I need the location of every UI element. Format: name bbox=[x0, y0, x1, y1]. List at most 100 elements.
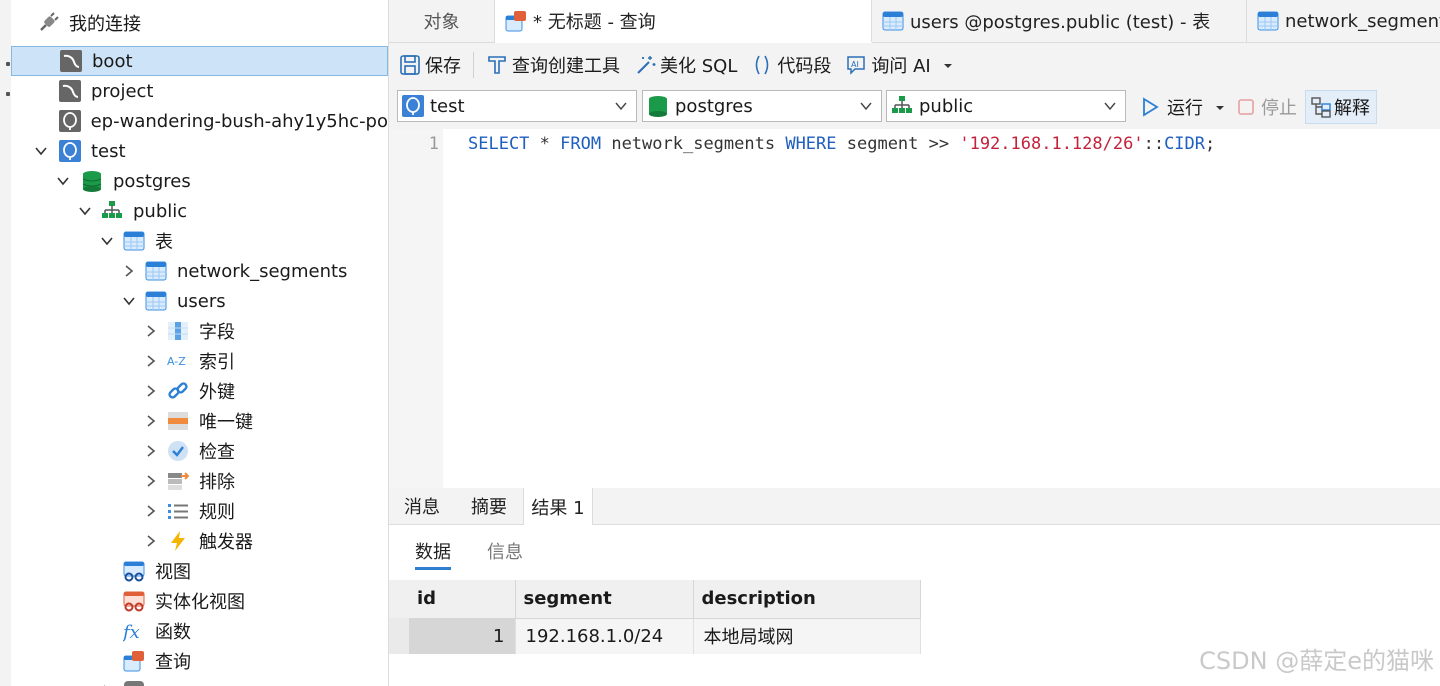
chevron-right-icon[interactable] bbox=[121, 263, 137, 279]
schema-select[interactable]: public bbox=[886, 90, 1126, 122]
chevron-right-icon[interactable] bbox=[143, 323, 159, 339]
tab-users-table[interactable]: users @postgres.public (test) - 表 bbox=[872, 0, 1247, 42]
mysql-icon bbox=[60, 50, 82, 72]
tree-item-postgres[interactable]: postgres bbox=[11, 166, 388, 196]
watermark: CSDN @薛定e的猫咪 bbox=[1199, 647, 1434, 675]
query-builder-button[interactable]: 查询创建工具 bbox=[482, 49, 624, 81]
row-selector[interactable] bbox=[389, 618, 409, 654]
tree-item-foreign-keys[interactable]: 外键 bbox=[11, 376, 388, 406]
tree-header: 我的连接 bbox=[11, 8, 388, 38]
sql-operator: :: bbox=[1143, 134, 1165, 154]
column-header-description[interactable]: description bbox=[693, 580, 921, 619]
line-number: 1 bbox=[428, 134, 439, 154]
tree-label: 表 bbox=[155, 232, 173, 253]
chevron-right-icon[interactable] bbox=[143, 473, 159, 489]
tab-untitled-query[interactable]: * 无标题 - 查询 bbox=[495, 0, 872, 43]
postgres-icon bbox=[58, 110, 81, 132]
chevron-down-icon[interactable] bbox=[77, 203, 93, 219]
subtab-data[interactable]: 数据 bbox=[415, 538, 451, 570]
cell-description[interactable]: 本地局域网 bbox=[693, 618, 921, 654]
tree-item-boot[interactable]: boot bbox=[11, 46, 388, 76]
tree-item-users[interactable]: users bbox=[11, 286, 388, 316]
beautify-sql-button[interactable]: 美化 SQL bbox=[630, 49, 741, 81]
chevron-down-icon bbox=[1104, 102, 1116, 111]
dropdown-arrow-icon[interactable] bbox=[1215, 97, 1225, 118]
tree-label: 视图 bbox=[155, 562, 191, 583]
chevron-right-icon[interactable] bbox=[143, 533, 159, 549]
tree-label: 函数 bbox=[155, 622, 191, 643]
tab-result-1[interactable]: 结果 1 bbox=[523, 488, 593, 525]
tree-item-excludes[interactable]: 排除 bbox=[11, 466, 388, 496]
tree-item-checks[interactable]: 检查 bbox=[11, 436, 388, 466]
table-row[interactable]: 1 192.168.1.0/24 本地局域网 bbox=[409, 618, 921, 654]
column-header-segment[interactable]: segment bbox=[515, 580, 694, 619]
tree-item-network-segments[interactable]: network_segments bbox=[11, 256, 388, 286]
chevron-down-icon[interactable] bbox=[33, 143, 49, 159]
schema-icon bbox=[891, 95, 913, 117]
sql-text: segment >> bbox=[836, 134, 960, 154]
tree-item-queries[interactable]: 查询 bbox=[11, 646, 388, 676]
tab-messages[interactable]: 消息 bbox=[389, 488, 455, 524]
magic-wand-icon bbox=[634, 54, 656, 76]
save-button[interactable]: 保存 bbox=[395, 49, 465, 81]
subtab-info[interactable]: 信息 bbox=[487, 538, 523, 564]
tab-network-segments[interactable]: network_segments bbox=[1247, 0, 1440, 42]
query-builder-label: 查询创建工具 bbox=[512, 56, 620, 77]
chevron-down-icon[interactable] bbox=[99, 233, 115, 249]
query-icon bbox=[505, 10, 527, 32]
tree-item-indexes[interactable]: A-Z 索引 bbox=[11, 346, 388, 376]
tree-item-fields[interactable]: 字段 bbox=[11, 316, 388, 346]
chevron-right-icon[interactable] bbox=[143, 443, 159, 459]
beautify-label: 美化 SQL bbox=[660, 56, 738, 77]
tree-item-public[interactable]: public bbox=[11, 196, 388, 226]
tree-item-unique-keys[interactable]: 唯一键 bbox=[11, 406, 388, 436]
chevron-right-icon[interactable] bbox=[143, 413, 159, 429]
rules-icon bbox=[167, 500, 189, 522]
schema-value: public bbox=[919, 95, 974, 117]
edge-marker bbox=[6, 62, 10, 66]
tree-item-test[interactable]: test bbox=[11, 136, 388, 166]
tree-label: 外键 bbox=[199, 382, 235, 403]
table-icon bbox=[145, 260, 167, 282]
chevron-down-icon[interactable] bbox=[55, 173, 71, 189]
sql-keyword: WHERE bbox=[785, 134, 837, 154]
tab-label: users @postgres.public (test) - 表 bbox=[910, 12, 1211, 33]
chevron-right-icon[interactable] bbox=[143, 353, 159, 369]
ask-ai-button[interactable]: AI 询问 AI bbox=[841, 49, 956, 81]
tree-item-rules[interactable]: 规则 bbox=[11, 496, 388, 526]
column-header-id[interactable]: id bbox=[409, 580, 516, 619]
materialized-view-icon bbox=[123, 590, 145, 612]
tree-item-materialized-views[interactable]: 实体化视图 bbox=[11, 586, 388, 616]
connection-select[interactable]: test bbox=[397, 90, 637, 122]
dropdown-arrow-icon[interactable] bbox=[943, 55, 953, 76]
tree-item-ep-wandering[interactable]: ep-wandering-bush-ahy1y5hc-po bbox=[11, 106, 388, 136]
tree-label: postgres bbox=[113, 170, 191, 192]
sql-line[interactable]: SELECT * FROM network_segments WHERE seg… bbox=[468, 134, 1215, 154]
sql-editor[interactable]: 1 SELECT * FROM network_segments WHERE s… bbox=[389, 129, 1440, 488]
explain-button[interactable]: 解释 bbox=[1305, 90, 1377, 124]
tree-item-triggers[interactable]: 触发器 bbox=[11, 526, 388, 556]
snippet-button[interactable]: 代码段 bbox=[747, 49, 835, 81]
results-tab-bar: 消息 摘要 结果 1 bbox=[389, 488, 1440, 525]
tree-item-project[interactable]: project bbox=[11, 76, 388, 106]
table-icon bbox=[145, 290, 167, 312]
tree-item-views[interactable]: 视图 bbox=[11, 556, 388, 586]
cell-id[interactable]: 1 bbox=[409, 618, 516, 654]
database-select[interactable]: postgres bbox=[642, 90, 882, 122]
stop-button[interactable]: 停止 bbox=[1235, 90, 1297, 124]
svg-text:A-Z: A-Z bbox=[167, 355, 186, 368]
chevron-down-icon[interactable] bbox=[121, 293, 137, 309]
tab-objects[interactable]: 对象 bbox=[389, 0, 495, 42]
run-button[interactable]: 运行 bbox=[1139, 90, 1225, 124]
tree-item-tables[interactable]: 表 bbox=[11, 226, 388, 256]
grid-header-row: id segment description bbox=[409, 580, 921, 619]
tab-summary[interactable]: 摘要 bbox=[455, 488, 523, 524]
tree-label: ep-wandering-bush-ahy1y5hc-po bbox=[90, 110, 388, 132]
postgres-icon bbox=[402, 95, 424, 117]
tab-label: 消息 bbox=[404, 497, 440, 518]
chevron-right-icon[interactable] bbox=[143, 503, 159, 519]
table-icon bbox=[123, 230, 145, 252]
tree-item-functions[interactable]: fx 函数 bbox=[11, 616, 388, 646]
cell-segment[interactable]: 192.168.1.0/24 bbox=[515, 618, 694, 654]
chevron-right-icon[interactable] bbox=[143, 383, 159, 399]
